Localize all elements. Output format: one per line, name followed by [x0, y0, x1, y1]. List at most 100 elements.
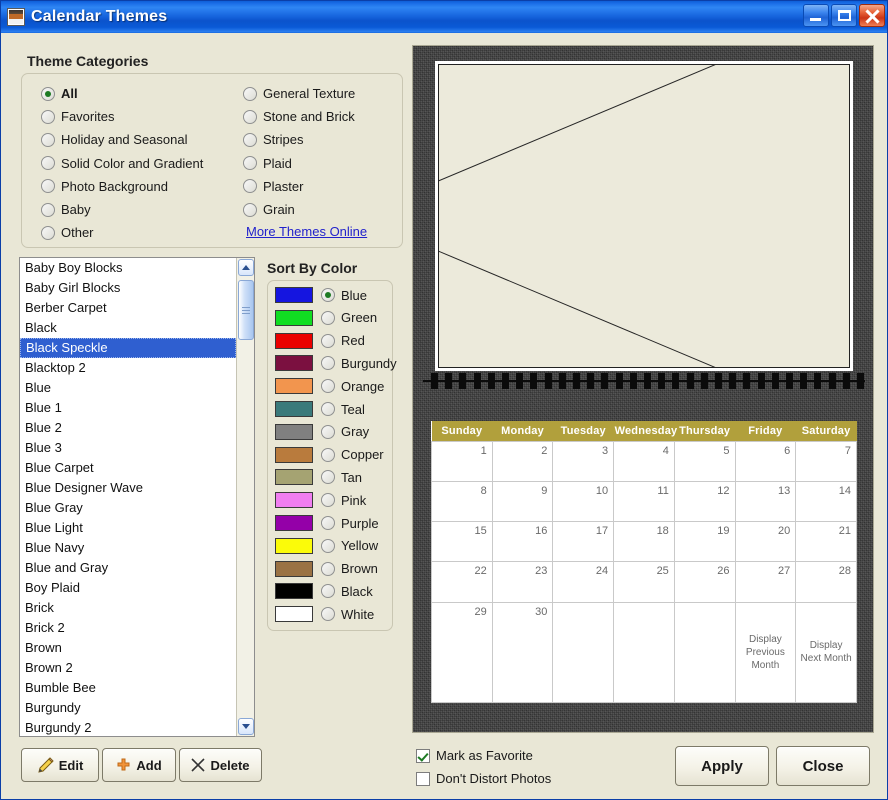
list-item[interactable]: Baby Boy Blocks [20, 258, 236, 278]
list-item[interactable]: Berber Carpet [20, 298, 236, 318]
minimize-button[interactable] [803, 4, 829, 27]
category-radio-photo-background[interactable]: Photo Background [41, 179, 168, 194]
radio-indicator[interactable] [41, 225, 55, 240]
radio-indicator[interactable] [321, 310, 335, 325]
scroll-down-icon[interactable] [238, 718, 254, 735]
list-item[interactable]: Black [20, 318, 236, 338]
list-item[interactable]: Blue 2 [20, 418, 236, 438]
radio-indicator[interactable] [321, 424, 335, 439]
category-radio-stripes[interactable]: Stripes [243, 132, 303, 147]
list-item[interactable]: Boy Plaid [20, 578, 236, 598]
radio-indicator[interactable] [321, 333, 335, 348]
scrollbar-thumb[interactable] [238, 280, 254, 340]
window-titlebar[interactable]: Calendar Themes [1, 1, 887, 33]
list-item[interactable]: Blue 1 [20, 398, 236, 418]
list-item[interactable]: Brown [20, 638, 236, 658]
radio-indicator[interactable] [321, 356, 335, 371]
list-item[interactable]: Blue 3 [20, 438, 236, 458]
category-radio-other[interactable]: Other [41, 225, 94, 240]
radio-indicator[interactable] [321, 493, 335, 508]
color-option-gray[interactable]: Gray [275, 423, 369, 440]
apply-button[interactable]: Apply [675, 746, 769, 786]
category-radio-solid-color-and-gradient[interactable]: Solid Color and Gradient [41, 156, 203, 171]
radio-indicator[interactable] [41, 156, 55, 171]
color-option-pink[interactable]: Pink [275, 492, 366, 509]
theme-list-items[interactable]: Baby Boy Blocks Baby Girl Blocks Berber Ca… [20, 258, 236, 736]
list-item[interactable]: Blue Gray [20, 498, 236, 518]
radio-indicator[interactable] [41, 202, 55, 217]
color-option-white[interactable]: White [275, 606, 374, 623]
radio-indicator[interactable] [243, 109, 257, 124]
radio-indicator[interactable] [41, 132, 55, 147]
color-option-burgundy[interactable]: Burgundy [275, 355, 397, 372]
list-item[interactable]: Baby Girl Blocks [20, 278, 236, 298]
radio-indicator[interactable] [321, 516, 335, 530]
list-item[interactable]: Blue Light [20, 518, 236, 538]
color-option-brown[interactable]: Brown [275, 560, 378, 577]
add-theme-button[interactable]: Add [102, 748, 176, 782]
list-item[interactable]: Blue Navy [20, 538, 236, 558]
list-item[interactable]: Brick [20, 598, 236, 618]
edit-theme-button[interactable]: Edit [21, 748, 99, 782]
color-option-orange[interactable]: Orange [275, 378, 384, 395]
radio-indicator[interactable] [41, 109, 55, 124]
close-button[interactable]: Close [776, 746, 870, 786]
theme-listbox[interactable]: Baby Boy Blocks Baby Girl Blocks Berber Ca… [19, 257, 255, 737]
close-window-button[interactable] [859, 4, 885, 27]
category-radio-grain[interactable]: Grain [243, 202, 295, 217]
radio-indicator[interactable] [243, 202, 257, 217]
radio-indicator[interactable] [41, 86, 55, 101]
radio-indicator[interactable] [321, 584, 335, 599]
list-item[interactable]: Blue [20, 378, 236, 398]
radio-indicator[interactable] [243, 86, 257, 101]
list-item[interactable]: Brown 2 [20, 658, 236, 678]
list-item[interactable]: Blue Designer Wave [20, 478, 236, 498]
list-item[interactable]: Blacktop 2 [20, 358, 236, 378]
color-option-blue[interactable]: Blue [275, 287, 367, 303]
category-radio-plaster[interactable]: Plaster [243, 179, 303, 194]
maximize-button[interactable] [831, 4, 857, 27]
radio-indicator[interactable] [321, 447, 335, 462]
radio-indicator[interactable] [321, 288, 335, 302]
radio-indicator[interactable] [321, 379, 335, 394]
radio-indicator[interactable] [321, 561, 335, 576]
scroll-up-icon[interactable] [238, 259, 254, 276]
radio-indicator[interactable] [243, 156, 257, 171]
radio-indicator[interactable] [321, 470, 335, 485]
dont-distort-photos-row[interactable]: Don't Distort Photos [416, 771, 551, 786]
category-radio-baby[interactable]: Baby [41, 202, 91, 217]
list-item[interactable]: Brick 2 [20, 618, 236, 638]
radio-indicator[interactable] [321, 402, 335, 416]
list-item[interactable]: Blue and Gray [20, 558, 236, 578]
list-item[interactable]: Bumble Bee [20, 678, 236, 698]
list-item[interactable]: Black Speckle [20, 338, 236, 358]
list-item[interactable]: Burgundy [20, 698, 236, 718]
delete-theme-button[interactable]: Delete [179, 748, 262, 782]
color-option-purple[interactable]: Purple [275, 515, 379, 531]
radio-indicator[interactable] [243, 132, 257, 147]
color-option-yellow[interactable]: Yellow [275, 537, 378, 554]
color-option-copper[interactable]: Copper [275, 446, 384, 463]
dont-distort-photos-checkbox[interactable] [416, 771, 430, 786]
mark-as-favorite-row[interactable]: Mark as Favorite [416, 748, 533, 763]
theme-list-scrollbar[interactable] [236, 258, 254, 736]
category-radio-holiday-and-seasonal[interactable]: Holiday and Seasonal [41, 132, 187, 147]
category-radio-stone-and-brick[interactable]: Stone and Brick [243, 109, 355, 124]
radio-indicator[interactable] [41, 179, 55, 194]
radio-indicator[interactable] [321, 607, 335, 622]
color-option-black[interactable]: Black [275, 583, 373, 600]
list-item[interactable]: Blue Carpet [20, 458, 236, 478]
category-radio-general-texture[interactable]: General Texture [243, 86, 355, 101]
color-option-green[interactable]: Green [275, 309, 377, 326]
category-radio-plaid[interactable]: Plaid [243, 156, 292, 171]
list-item[interactable]: Burgundy 2 [20, 718, 236, 736]
color-option-tan[interactable]: Tan [275, 469, 362, 486]
color-option-red[interactable]: Red [275, 332, 365, 349]
more-themes-online-link[interactable]: More Themes Online [246, 224, 367, 239]
category-radio-all[interactable]: All [41, 86, 78, 101]
radio-indicator[interactable] [243, 179, 257, 194]
category-radio-favorites[interactable]: Favorites [41, 109, 114, 124]
radio-indicator[interactable] [321, 538, 335, 553]
mark-as-favorite-checkbox[interactable] [416, 748, 430, 763]
color-option-teal[interactable]: Teal [275, 401, 365, 417]
